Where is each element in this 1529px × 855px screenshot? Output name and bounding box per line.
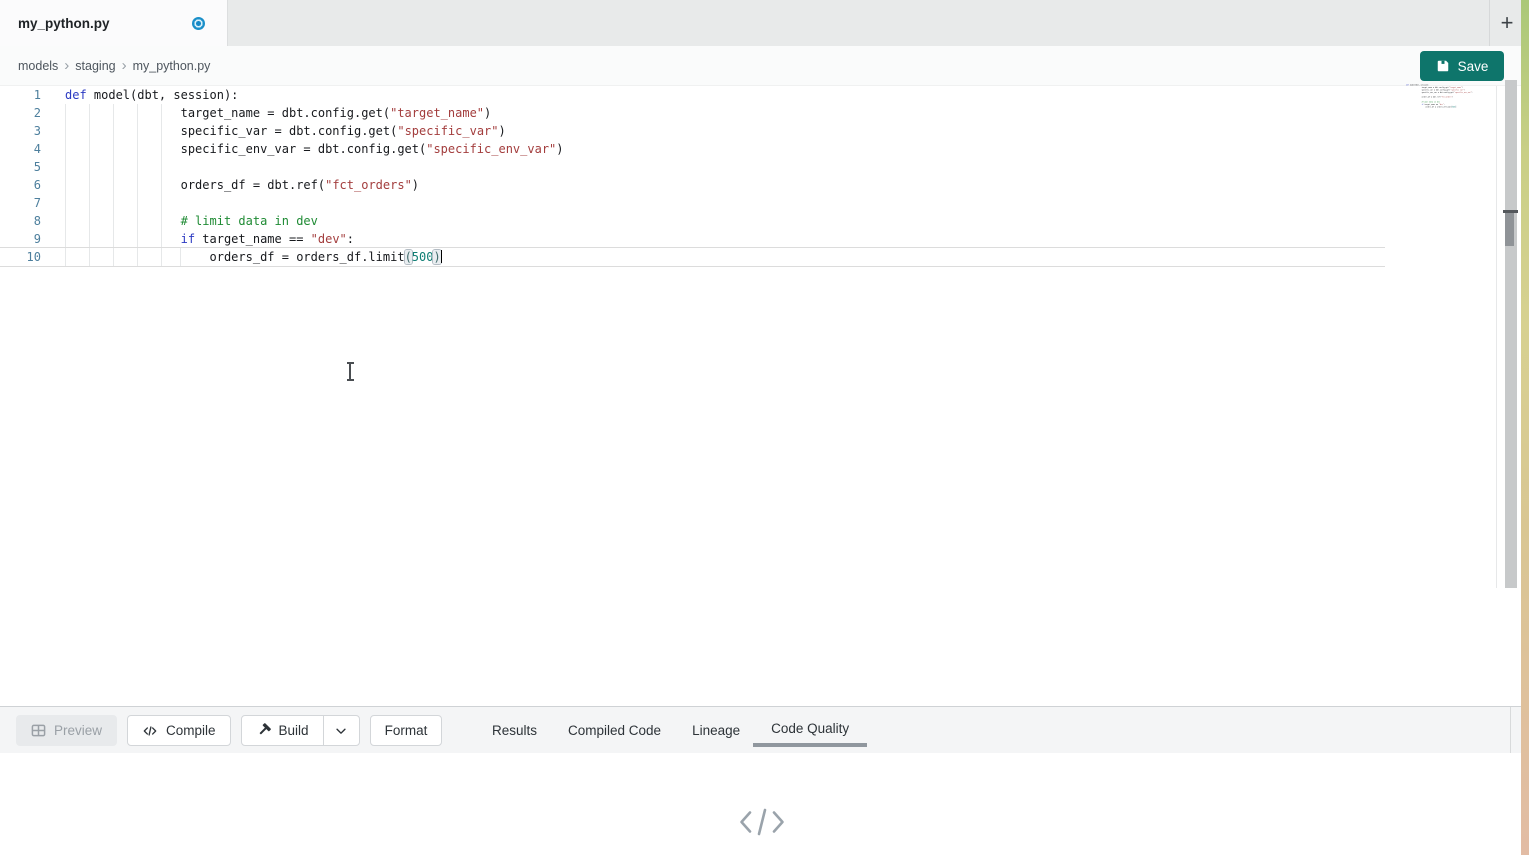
file-tab-title: my_python.py [18,16,110,31]
editor-right-edge [1496,86,1497,588]
line-number: 1 [0,86,41,104]
preview-button-label: Preview [54,723,102,738]
build-button[interactable]: Build [241,715,324,746]
screen-edge-gradient [1521,0,1529,855]
table-grid-icon [31,723,46,738]
line-number: 6 [0,176,41,194]
format-button[interactable]: Format [370,715,443,746]
ide-window: my_python.py + models › staging › my_python.… [0,0,1529,855]
editor-tabstrip: my_python.py + [0,0,1521,46]
line-text: orders_df = orders_df.limit(500) [41,248,442,266]
panel-tab-code-quality[interactable]: Code Quality [771,721,849,736]
unsaved-changes-dot-icon [192,17,205,30]
tabstrip-divider [1489,0,1490,46]
line-text [41,194,65,212]
code-brackets-icon [142,724,158,738]
line-text [41,158,65,176]
build-button-group: Build [241,715,360,746]
save-button-label: Save [1458,59,1489,74]
code-line-8[interactable]: 8 # limit data in dev [0,212,1385,230]
code-line-7[interactable]: 7 [0,194,1385,212]
breadcrumb-item-staging[interactable]: staging [75,59,115,73]
vertical-scrollbar-track[interactable] [1505,80,1517,588]
line-text: if target_name == "dev": [41,230,354,248]
line-text: # limit data in dev [41,212,318,230]
line-number: 10 [0,248,41,266]
panel-tab-results[interactable]: Results [492,723,537,738]
chevron-down-icon [334,724,348,738]
build-button-label: Build [279,723,309,738]
code-slash-icon [739,806,785,838]
breadcrumb-separator-icon: › [122,58,127,73]
code-editor[interactable]: 1def model(dbt, session):2 target_name =… [0,86,1505,706]
floppy-disk-icon [1436,59,1450,73]
hammer-icon [256,723,271,738]
line-number: 5 [0,158,41,176]
code-line-2[interactable]: 2 target_name = dbt.config.get("target_n… [0,104,1385,122]
code-line-1[interactable]: 1def model(dbt, session): [0,86,1385,104]
action-toolbar: Preview Compile Build [16,715,442,746]
panel-tab-compiled-code[interactable]: Compiled Code [568,723,661,738]
code-line-6[interactable]: 6 orders_df = dbt.ref("fct_orders") [0,176,1385,194]
breadcrumb-row: models › staging › my_python.py [0,46,1521,86]
file-tab-my-python[interactable]: my_python.py [0,0,228,46]
breadcrumb-item-models[interactable]: models [18,59,58,73]
line-number: 7 [0,194,41,212]
new-tab-button[interactable]: + [1494,9,1520,37]
line-number: 8 [0,212,41,230]
line-number: 9 [0,230,41,248]
line-number: 4 [0,140,41,158]
line-text: orders_df = dbt.ref("fct_orders") [41,176,419,194]
toolbar-right-divider [1510,707,1511,753]
mouse-text-cursor-icon [349,363,351,380]
panel-tab-lineage[interactable]: Lineage [692,723,740,738]
build-dropdown-button[interactable] [323,715,360,746]
line-text: specific_env_var = dbt.config.get("speci… [41,140,564,158]
breadcrumb-separator-icon: › [64,58,69,73]
breadcrumb-item-my-python-py[interactable]: my_python.py [133,59,211,73]
code-line-9[interactable]: 9 if target_name == "dev": [0,230,1385,248]
line-number: 3 [0,122,41,140]
code-rows: 1def model(dbt, session):2 target_name =… [0,86,1385,266]
code-line-5[interactable]: 5 [0,158,1385,176]
line-number: 2 [0,104,41,122]
vertical-scrollbar-thumb[interactable] [1505,213,1514,246]
save-button[interactable]: Save [1420,51,1504,81]
line-text: target_name = dbt.config.get("target_nam… [41,104,491,122]
format-button-label: Format [385,723,428,738]
editor-caret [441,250,443,263]
code-line-3[interactable]: 3 specific_var = dbt.config.get("specifi… [0,122,1385,140]
line-text: def model(dbt, session): [41,86,238,104]
code-line-10[interactable]: 10 orders_df = orders_df.limit(500) [0,248,1385,266]
breadcrumb: models › staging › my_python.py [18,58,210,73]
compile-button[interactable]: Compile [127,715,231,746]
compile-button-label: Compile [166,723,216,738]
line-text: specific_var = dbt.config.get("specific_… [41,122,506,140]
code-line-4[interactable]: 4 specific_env_var = dbt.config.get("spe… [0,140,1385,158]
preview-button[interactable]: Preview [16,715,117,746]
panel-tabs: Results Compiled Code Lineage Code Quality [492,707,849,753]
